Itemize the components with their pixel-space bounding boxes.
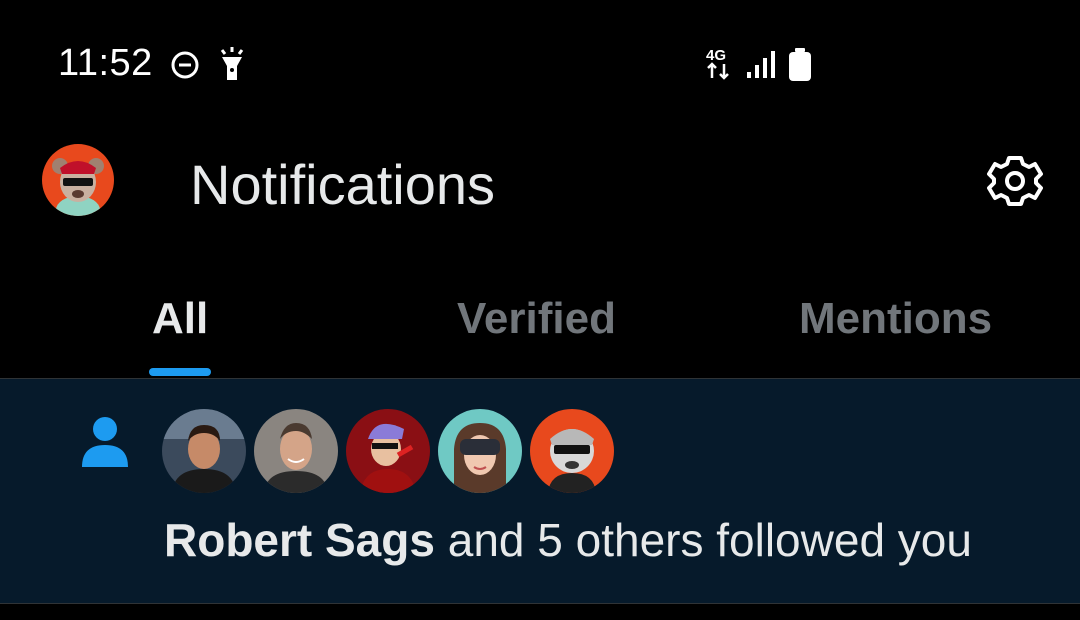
do-not-disturb-icon	[170, 50, 200, 85]
tab-bar: All Verified Mentions	[0, 270, 1080, 378]
follower-avatar-1[interactable]	[162, 409, 246, 493]
active-tab-indicator	[149, 368, 211, 376]
follower-avatar-4[interactable]	[438, 409, 522, 493]
notification-item[interactable]: Robert Sags and 5 others followed you	[0, 379, 1080, 603]
battery-icon	[788, 48, 812, 87]
signal-icon	[746, 50, 776, 85]
notification-message: and 5 others followed you	[434, 514, 972, 566]
notification-text: Robert Sags and 5 others followed you	[164, 513, 972, 567]
divider	[0, 603, 1080, 604]
profile-avatar[interactable]	[42, 144, 114, 216]
follower-avatar-2[interactable]	[254, 409, 338, 493]
network-4g-icon: 4G	[704, 46, 736, 87]
person-icon	[80, 415, 130, 469]
flashlight-icon	[218, 46, 246, 87]
tab-all[interactable]: All	[152, 294, 208, 344]
follower-avatar-5[interactable]	[530, 409, 614, 493]
network-label: 4G	[706, 47, 726, 64]
status-bar: 11:52 4G	[0, 0, 1080, 130]
tab-verified[interactable]: Verified	[457, 294, 616, 344]
header: Notifications	[0, 130, 1080, 240]
tab-mentions[interactable]: Mentions	[799, 294, 992, 344]
status-time: 11:52	[58, 42, 153, 84]
follower-name[interactable]: Robert Sags	[164, 514, 435, 566]
gear-icon[interactable]	[986, 152, 1044, 210]
page-title: Notifications	[190, 153, 496, 216]
follower-avatar-3[interactable]	[346, 409, 430, 493]
